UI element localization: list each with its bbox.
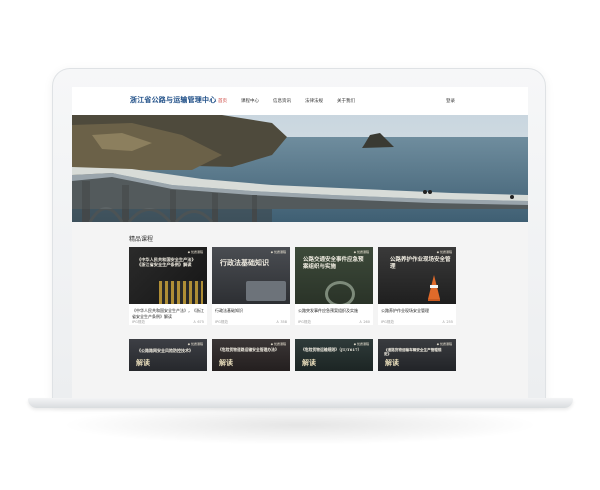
quality-badge: ◆ 优质课程 — [353, 250, 369, 254]
hero-banner[interactable] — [72, 115, 528, 222]
course-card[interactable]: ◆ 优质课程 《道路货物运输车辆安全生产管理规定》 解读 — [378, 339, 456, 371]
course-thumbnail: ◆ 优质课程 公路交通安全事件应急预案组织与实施 — [295, 247, 373, 304]
course-card[interactable]: ◆ 优质课程 公路交通安全事件应急预案组织与实施 公路突发事件应急预案组织及实施… — [295, 247, 373, 325]
course-thumbnail: ◆ 优质课程 行政法基础知识 — [212, 247, 290, 304]
course-thumbnail: ◆ 优质课程 《道路货物运输车辆安全生产管理规定》 解读 — [378, 339, 456, 371]
quality-badge: ◆ 优质课程 — [436, 342, 452, 346]
thumbnail-title: 行政法基础知识 — [220, 258, 269, 267]
nav-item-laws[interactable]: 法律法规 — [305, 98, 323, 104]
quality-badge: ◆ 优质课程 — [270, 342, 286, 346]
quality-badge: ◆ 优质课程 — [353, 342, 369, 346]
course-name: 公路突发事件应急预案组织及实施 — [298, 308, 358, 313]
laptop-screen: 浙江省公路与运输管理中心 首页 课程中心 信息资讯 法律法规 关于我们 登录 精… — [72, 87, 528, 398]
thumbnail-title: 《中华人民共和国安全生产法》《浙江省安全生产条例》解读 — [137, 257, 196, 268]
view-count-value: 675 — [197, 320, 204, 324]
quality-badge: ◆ 优质课程 — [187, 342, 203, 346]
thumbnail-title: 《道路货物运输车辆安全生产管理规定》 — [384, 348, 442, 357]
course-meta: IPG规范 ♙ 260 — [295, 320, 373, 325]
quality-badge: ◆ 优质课程 — [187, 250, 203, 254]
quality-badge: ◆ 优质课程 — [436, 250, 452, 254]
course-card[interactable]: ◆ 优质课程 行政法基础知识 行政法基础知识 IPG规范 ♙ 358 — [212, 247, 290, 325]
course-meta: IPG规范 ♙ 675 — [129, 320, 207, 325]
course-card[interactable]: ◆ 优质课程 公路养护作业现场安全管理 公路养护作业现场安全管理 IPG规范 ♙… — [378, 247, 456, 325]
thumbnail-title: 《危险货物运输规则》（JT/T617） — [301, 347, 362, 352]
course-name: 行政法基础知识 — [215, 308, 243, 313]
person-icon: ♙ — [442, 320, 446, 324]
site-logo[interactable]: 浙江省公路与运输管理中心 — [130, 95, 216, 105]
person-icon: ♙ — [359, 320, 363, 324]
course-meta: IPG规范 ♙ 358 — [212, 320, 290, 325]
course-card[interactable]: ◆ 优质课程 《中华人民共和国安全生产法》《浙江省安全生产条例》解读 《中华人民… — [129, 247, 207, 325]
view-count: ♙ 675 — [193, 320, 204, 325]
laptop-shadow — [60, 405, 540, 445]
view-count-value: 358 — [280, 320, 287, 324]
thumbnail-title: 《危险货物道路运输安全管理办法》 — [218, 347, 279, 352]
view-count: ♙ 255 — [442, 320, 453, 325]
laptop-base — [28, 398, 573, 408]
view-count: ♙ 358 — [276, 320, 287, 325]
traffic-cone-icon — [428, 275, 440, 301]
quality-badge: ◆ 优质课程 — [270, 250, 286, 254]
login-link[interactable]: 登录 — [446, 98, 455, 104]
course-source: IPG规范 — [298, 320, 311, 324]
course-thumbnail: ◆ 优质课程 公路养护作业现场安全管理 — [378, 247, 456, 304]
course-source: IPG规范 — [381, 320, 394, 324]
course-card[interactable]: ◆ 优质课程 《公路路网安全风险防控技术》 解读 — [129, 339, 207, 371]
view-count-value: 260 — [363, 320, 370, 324]
books-graphic — [246, 281, 286, 301]
course-meta: IPG规范 ♙ 255 — [378, 320, 456, 325]
thumbnail-subtitle: 解读 — [136, 358, 150, 367]
view-count: ♙ 260 — [359, 320, 370, 325]
course-card[interactable]: ◆ 优质课程 《危险货物运输规则》（JT/T617） 解读 — [295, 339, 373, 371]
roundabout-graphic — [325, 281, 355, 304]
course-thumbnail: ◆ 优质课程 《公路路网安全风险防控技术》 解读 — [129, 339, 207, 371]
course-name: 《中华人民共和国安全生产法》，《浙江省安全生产条例》解读 — [132, 308, 204, 319]
nav-item-news[interactable]: 信息资讯 — [273, 98, 291, 104]
course-thumbnail: ◆ 优质课程 《危险货物运输规则》（JT/T617） 解读 — [295, 339, 373, 371]
main-nav: 首页 课程中心 信息资讯 法律法规 关于我们 — [218, 98, 369, 104]
course-source: IPG规范 — [215, 320, 228, 324]
bridge-coast-image — [72, 115, 528, 222]
thumbnail-subtitle: 解读 — [302, 358, 316, 367]
view-count-value: 255 — [446, 320, 453, 324]
person-icon: ♙ — [193, 320, 197, 324]
nav-item-home[interactable]: 首页 — [218, 98, 227, 104]
person-icon: ♙ — [276, 320, 280, 324]
course-card[interactable]: ◆ 优质课程 《危险货物道路运输安全管理办法》 解读 — [212, 339, 290, 371]
bar-graphic — [159, 281, 203, 304]
section-title: 精品课程 — [129, 236, 154, 243]
course-thumbnail: ◆ 优质课程 《中华人民共和国安全生产法》《浙江省安全生产条例》解读 — [129, 247, 207, 304]
course-source: IPG规范 — [132, 320, 145, 324]
thumbnail-title: 《公路路网安全风险防控技术》 — [137, 348, 193, 353]
nav-item-about[interactable]: 关于我们 — [337, 98, 355, 104]
nav-item-courses[interactable]: 课程中心 — [241, 98, 259, 104]
thumbnail-title: 公路养护作业现场安全管理 — [390, 257, 451, 270]
thumbnail-subtitle: 解读 — [219, 358, 233, 367]
course-name: 公路养护作业现场安全管理 — [381, 308, 429, 313]
thumbnail-title: 公路交通安全事件应急预案组织与实施 — [303, 257, 364, 270]
course-thumbnail: ◆ 优质课程 《危险货物道路运输安全管理办法》 解读 — [212, 339, 290, 371]
thumbnail-subtitle: 解读 — [385, 358, 399, 367]
site-header: 浙江省公路与运输管理中心 首页 课程中心 信息资讯 法律法规 关于我们 登录 — [72, 87, 528, 115]
